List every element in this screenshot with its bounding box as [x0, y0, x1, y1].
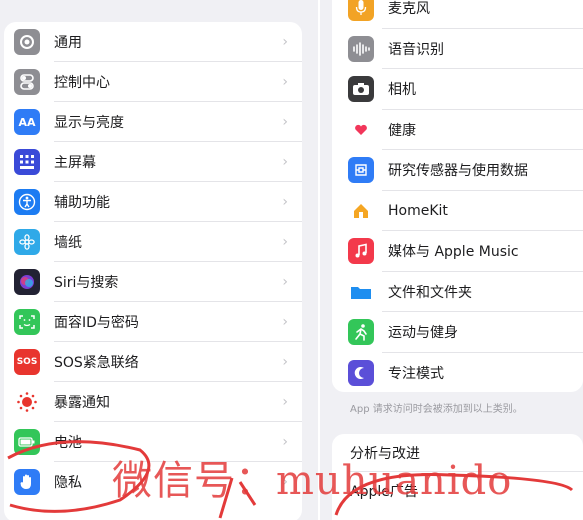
- privacy-item-label: 文件和文件夹: [388, 284, 472, 301]
- privacy-item-label: 研究传感器与使用数据: [388, 163, 528, 180]
- chevron-right-icon: ›: [282, 34, 288, 50]
- sidebar-item-label: 显示与亮度: [54, 115, 124, 131]
- sidebar-item-home-screen[interactable]: 主屏幕 ›: [4, 142, 302, 182]
- settings-sidebar: 通用 › 控制中心 › AA 显示与亮度 › 主屏幕 › 辅助功能 › 墙纸 ›…: [0, 0, 318, 520]
- battery-icon: [14, 429, 40, 455]
- folder-icon: [348, 278, 374, 305]
- research-icon: [348, 157, 374, 184]
- chevron-right-icon: ›: [282, 354, 288, 370]
- privacy-item-files-folders[interactable]: 文件和文件夹: [332, 272, 583, 312]
- faceid-icon: [14, 309, 40, 335]
- privacy-item-label: 健康: [388, 122, 416, 139]
- grid-icon: [14, 149, 40, 175]
- aa-icon: AA: [14, 109, 40, 135]
- chevron-right-icon: ›: [282, 154, 288, 170]
- watermark-text: 微信号：muhuanido: [112, 458, 513, 504]
- privacy-item-health[interactable]: 健康: [332, 110, 583, 150]
- microphone-icon: [348, 0, 374, 22]
- chevron-right-icon: ›: [282, 314, 288, 330]
- privacy-item-label: HomeKit: [388, 202, 448, 219]
- privacy-item-label: 相机: [388, 82, 416, 99]
- sidebar-item-accessibility[interactable]: 辅助功能 ›: [4, 182, 302, 222]
- privacy-item-label: 专注模式: [388, 365, 444, 382]
- sidebar-item-label: 暴露通知: [54, 395, 110, 411]
- gear-icon: [14, 29, 40, 55]
- privacy-item-label: 运动与健身: [388, 325, 458, 342]
- flower-icon: [14, 229, 40, 255]
- chevron-right-icon: ›: [282, 194, 288, 210]
- sidebar-item-siri[interactable]: Siri与搜索 ›: [4, 262, 302, 302]
- sidebar-item-label: 主屏幕: [54, 155, 96, 171]
- hand-icon: [14, 469, 40, 495]
- heart-icon: [348, 116, 374, 143]
- privacy-item-camera[interactable]: 相机: [332, 69, 583, 110]
- sidebar-item-face-id[interactable]: 面容ID与密码 ›: [4, 302, 302, 342]
- privacy-item-label: 语音识别: [388, 41, 444, 58]
- privacy-footnote: App 请求访问时会被添加到以上类别。: [350, 404, 523, 415]
- camera-icon: [348, 76, 374, 103]
- privacy-item-label: 媒体与 Apple Music: [388, 244, 519, 261]
- privacy-item-fitness[interactable]: 运动与健身: [332, 312, 583, 353]
- privacy-category-list: 麦克风 语音识别 相机 健康 研究传感器与使用数据 HomeKit 媒体与 Ap…: [332, 0, 583, 392]
- privacy-item-label: 麦克风: [388, 1, 430, 18]
- chevron-right-icon: ›: [282, 394, 288, 410]
- fitness-icon: [348, 319, 374, 346]
- siri-icon: [14, 269, 40, 295]
- sidebar-item-label: SOS紧急联络: [54, 355, 139, 371]
- toggle-icon: [14, 69, 40, 95]
- music-icon: [348, 238, 374, 265]
- sidebar-item-label: 通用: [54, 35, 82, 51]
- exposure-icon: [14, 389, 40, 415]
- sidebar-item-sos[interactable]: SOS SOS紧急联络 ›: [4, 342, 302, 382]
- chevron-right-icon: ›: [282, 74, 288, 90]
- privacy-detail-pane: 麦克风 语音识别 相机 健康 研究传感器与使用数据 HomeKit 媒体与 Ap…: [320, 0, 583, 520]
- sidebar-item-label: 电池: [54, 435, 82, 451]
- privacy-item-research[interactable]: 研究传感器与使用数据: [332, 150, 583, 191]
- accessibility-icon: [14, 189, 40, 215]
- sidebar-item-label: 面容ID与密码: [54, 315, 139, 331]
- sidebar-item-label: 辅助功能: [54, 195, 110, 211]
- sidebar-item-general[interactable]: 通用 ›: [4, 22, 302, 62]
- privacy-item-speech-recognition[interactable]: 语音识别: [332, 29, 583, 69]
- sidebar-item-label: Siri与搜索: [54, 275, 119, 291]
- home-icon: [348, 197, 374, 224]
- privacy-item-focus[interactable]: 专注模式: [332, 353, 583, 393]
- sos-icon: SOS: [14, 349, 40, 375]
- waveform-icon: [348, 35, 374, 62]
- moon-icon: [348, 359, 374, 386]
- settings-list: 通用 › 控制中心 › AA 显示与亮度 › 主屏幕 › 辅助功能 › 墙纸 ›…: [4, 22, 302, 520]
- chevron-right-icon: ›: [282, 234, 288, 250]
- chevron-right-icon: ›: [282, 114, 288, 130]
- privacy-item-homekit[interactable]: HomeKit: [332, 191, 583, 231]
- privacy-item-microphone[interactable]: 麦克风: [332, 0, 583, 29]
- sidebar-item-label: 控制中心: [54, 75, 110, 91]
- chevron-right-icon: ›: [282, 274, 288, 290]
- sidebar-item-exposure[interactable]: 暴露通知 ›: [4, 382, 302, 422]
- sidebar-item-display[interactable]: AA 显示与亮度 ›: [4, 102, 302, 142]
- sidebar-item-label: 隐私: [54, 475, 82, 491]
- privacy-item-media-music[interactable]: 媒体与 Apple Music: [332, 231, 583, 272]
- sidebar-item-control-center[interactable]: 控制中心 ›: [4, 62, 302, 102]
- sidebar-item-wallpaper[interactable]: 墙纸 ›: [4, 222, 302, 262]
- sidebar-item-label: 墙纸: [54, 235, 82, 251]
